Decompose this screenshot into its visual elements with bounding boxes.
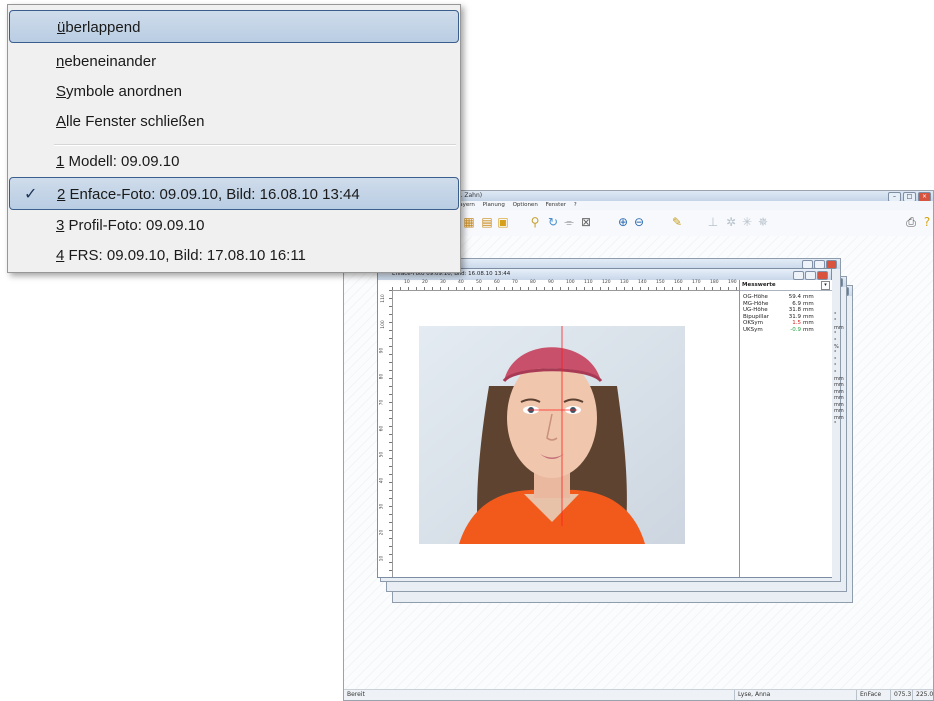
minimize-icon[interactable]: [793, 271, 804, 280]
menu-item-ueberlappend[interactable]: überlappend: [9, 10, 459, 43]
zoom-out-icon[interactable]: ⊖: [632, 215, 646, 229]
tool-disabled-3-icon: ✳: [741, 215, 753, 229]
rotate-icon[interactable]: ↻: [546, 215, 560, 229]
ruler-tick-label: 100: [566, 280, 575, 285]
ruler-tick-label: 100: [380, 320, 386, 329]
ruler-tick-label: 20: [422, 280, 428, 285]
ruler-tick-label: 110: [380, 294, 386, 303]
help-icon[interactable]: ?: [920, 215, 933, 229]
table-row: UKSym -0.9 mm: [743, 326, 814, 333]
ruler-tick-label: 150: [656, 280, 665, 285]
ruler-tick-label: 90: [379, 347, 385, 354]
menu-item-optionen[interactable]: Optionen: [513, 202, 538, 208]
portrait-image: [419, 326, 685, 544]
ruler-tick-label: 50: [379, 451, 385, 458]
ruler-tick-label: 60: [379, 425, 385, 432]
menu-item-window-1[interactable]: 1 Modell: 09.09.10: [8, 145, 460, 178]
ruler-tick-label: 30: [379, 503, 385, 510]
status-coord-y: 225.0: [912, 690, 933, 700]
measure-point-icon[interactable]: ⚲: [528, 215, 542, 229]
ruler-tick-label: 80: [379, 373, 385, 380]
ruler-tick-label: 120: [602, 280, 611, 285]
ruler-tick-label: 90: [548, 280, 554, 285]
back-window-values: ° ° mm ° °% ° ° ° ° mm mm mm mm mm mm mm °: [834, 312, 844, 427]
tool-disabled-2-icon: ✲: [725, 215, 737, 229]
ruler-tick-label: 10: [379, 555, 385, 562]
menu-item-nebeneinander[interactable]: nebeneinander: [8, 45, 460, 78]
ruler-tick-label: 110: [584, 280, 593, 285]
status-bar: Bereit Lyse, Anna EnFace 075.3 225.0: [344, 689, 933, 700]
ruler-tick-label: 40: [458, 280, 464, 285]
menu-item-window-3[interactable]: 3 Profil-Foto: 09.09.10: [8, 209, 460, 242]
status-text: Bereit: [347, 691, 365, 698]
chevron-down-icon[interactable]: ▾: [821, 281, 830, 290]
ruler-tick-label: 10: [404, 280, 410, 285]
ruler-tick-label: 60: [494, 280, 500, 285]
ruler-tick-label: 130: [620, 280, 629, 285]
ruler-tick-label: 30: [440, 280, 446, 285]
ruler-tick-label: 20: [379, 529, 385, 536]
measurement-panel: Messwerte ▾ OG-Höhe 59.4 mm MG-Höhe 6.9 mm U…: [739, 280, 832, 577]
status-mode: EnFace: [856, 690, 881, 700]
ruler-tick-label: 170: [692, 280, 701, 285]
ruler-tick-label: 70: [512, 280, 518, 285]
menu-item-planung[interactable]: Planung: [483, 202, 505, 208]
enface-photo[interactable]: [419, 326, 685, 544]
ruler-tick-label: 50: [476, 280, 482, 285]
status-coord-x: 075.3: [890, 690, 911, 700]
window-menu-dropdown: überlappend nebeneinander Symbole anordn…: [7, 4, 461, 273]
close-icon[interactable]: [817, 271, 828, 280]
tool-disabled-4-icon: ✵: [757, 215, 769, 229]
export-icon[interactable]: ▤: [480, 215, 494, 229]
ruler-tick-label: 190: [728, 280, 737, 285]
measurement-table: OG-Höhe 59.4 mm MG-Höhe 6.9 mm UG-Höhe 31.8 mm…: [742, 294, 815, 333]
fit-icon[interactable]: ⊠: [579, 215, 593, 229]
ruler-tick-label: 80: [530, 280, 536, 285]
analysis-icon[interactable]: ✎: [670, 215, 684, 229]
ruler-tick-label: 40: [379, 477, 385, 484]
ruler-horizontal: 10 20 30 40 50 60 70 80 90 100 110 120 130 140 150 160 1…: [392, 280, 740, 291]
menu-item-help[interactable]: ?: [574, 202, 577, 208]
line-tool-icon[interactable]: ⌯: [562, 215, 576, 229]
ruler-tick-label: 140: [638, 280, 647, 285]
menu-item-window-2[interactable]: ✓ 2 Enface-Foto: 09.09.10, Bild: 16.08.1…: [9, 177, 459, 210]
printer-icon[interactable]: ⎙: [904, 215, 918, 229]
import-icon[interactable]: ▣: [496, 215, 510, 229]
maximize-icon[interactable]: [805, 271, 816, 280]
ruler-tick-label: 70: [379, 399, 385, 406]
zoom-in-icon[interactable]: ⊕: [616, 215, 630, 229]
menu-item-fenster[interactable]: Fenster: [546, 202, 566, 208]
ruler-tick-label: 160: [674, 280, 683, 285]
menu-item-alle-fenster-schliessen[interactable]: Alle Fenster schließen: [8, 105, 460, 138]
menu-item-symbole-anordnen[interactable]: Symbole anordnen: [8, 75, 460, 108]
tool-disabled-1-icon: ⊥: [707, 215, 719, 229]
measurement-panel-header: Messwerte ▾: [740, 280, 832, 291]
print-preview-icon[interactable]: ▦: [462, 215, 476, 229]
enface-photo-window[interactable]: Enface-Foto 09.09.10, Bild: 16.08.10 13:…: [377, 268, 832, 578]
checkmark-icon: ✓: [24, 186, 38, 203]
measurement-panel-title: Messwerte: [742, 282, 776, 288]
ruler-tick-label: 180: [710, 280, 719, 285]
ruler-vertical: 110 100 90 80 70 60 50 40 30 20 10: [378, 290, 393, 577]
status-patient: Lyse, Anna: [734, 690, 770, 700]
menu-item-window-4[interactable]: 4 FRS: 09.09.10, Bild: 17.08.10 16:11: [8, 239, 460, 272]
